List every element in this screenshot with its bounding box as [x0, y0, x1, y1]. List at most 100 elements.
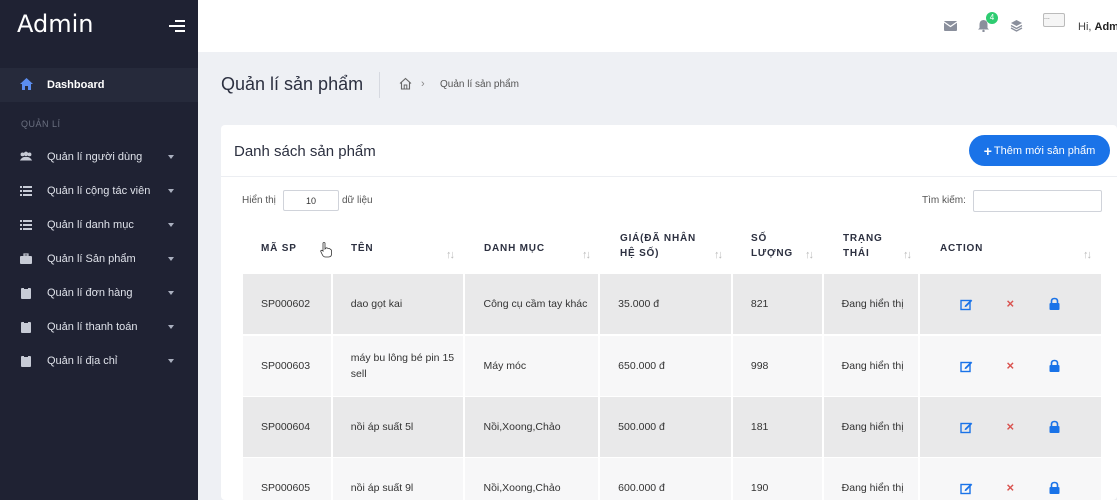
- chevron-down-icon: [168, 257, 174, 261]
- cell-price: 650.000 đ: [600, 336, 731, 396]
- edit-icon[interactable]: [960, 360, 973, 373]
- chevron-down-icon: [168, 189, 174, 193]
- sort-icon[interactable]: ↑↓: [582, 249, 591, 261]
- card-title: Danh sách sản phẩm: [234, 143, 376, 160]
- lock-icon[interactable]: [1049, 481, 1060, 495]
- sort-icon[interactable]: ↑↓: [903, 249, 912, 261]
- column-header-quantity[interactable]: SỐ LƯỢNG: [751, 231, 793, 261]
- cell-quantity: 181: [732, 397, 822, 457]
- breadcrumb-separator: ›: [421, 78, 425, 90]
- cell-status: Đang hiển thị: [823, 336, 919, 396]
- header-text: GIÁ(ĐÃ NHÂN: [620, 233, 697, 244]
- sidebar-item-categories[interactable]: Quản lí danh mục: [0, 212, 198, 238]
- sidebar-item-products[interactable]: Quản lí Sản phẩm: [0, 246, 198, 272]
- edit-icon[interactable]: [960, 482, 973, 495]
- cell-quantity: 998: [732, 336, 822, 396]
- lock-icon[interactable]: [1049, 359, 1060, 373]
- sidebar-item-label: Quản lí người dùng: [47, 151, 143, 163]
- cell-code: SP000605: [243, 458, 331, 500]
- hand-cursor-icon: [320, 242, 332, 258]
- column-header-status[interactable]: TRẠNG THÁI: [843, 231, 883, 261]
- delete-icon[interactable]: ×: [1006, 296, 1014, 312]
- search-label: Tìm kiếm:: [922, 195, 966, 206]
- page-size-input[interactable]: [283, 190, 339, 211]
- sidebar-item-label: Quản lí đơn hàng: [47, 287, 133, 299]
- column-header-category[interactable]: DANH MỤC: [484, 241, 545, 256]
- edit-icon[interactable]: [960, 298, 973, 311]
- header-text: DANH MỤC: [484, 243, 545, 254]
- mail-icon[interactable]: [944, 21, 957, 31]
- chevron-down-icon: [168, 223, 174, 227]
- header-text: ACTION: [940, 243, 984, 254]
- header-text: LƯỢNG: [751, 248, 793, 259]
- user-name: Adm: [1094, 21, 1117, 33]
- menu-toggle-icon[interactable]: [169, 20, 185, 34]
- cell-quantity: 821: [732, 274, 822, 334]
- header-text: HỆ SỐ): [620, 248, 660, 259]
- search-input[interactable]: [973, 190, 1102, 212]
- cell-category: Công cụ cầm tay khác: [465, 274, 599, 334]
- table-row[interactable]: SP000604 nồi áp suất 5l Nồi,Xoong,Chảo 5…: [243, 397, 1102, 457]
- product-list-card: Danh sách sản phẩm + Thêm mới sản phẩm Hi…: [221, 125, 1117, 500]
- notification-badge: 4: [986, 12, 998, 24]
- sidebar-item-label: Quản lí địa chỉ: [47, 355, 118, 367]
- user-greeting[interactable]: Hi, Adm: [1078, 21, 1117, 33]
- plus-icon: +: [983, 142, 992, 159]
- sidebar-item-label: Quản lí thanh toán: [47, 321, 138, 333]
- chevron-down-icon: [168, 291, 174, 295]
- cell-status: Đang hiển thị: [823, 458, 919, 500]
- cell-quantity: 190: [732, 458, 822, 500]
- edit-icon[interactable]: [960, 421, 973, 434]
- page-title: Quản lí sản phẩm: [221, 74, 364, 94]
- page-size-label: Hiển thị: [242, 195, 276, 206]
- cell-name: dao gọt kai: [332, 274, 464, 334]
- cell-category: Nồi,Xoong,Chảo: [465, 458, 599, 500]
- clipboard-icon: [21, 321, 31, 333]
- sidebar-item-addresses[interactable]: Quản lí địa chỉ: [0, 348, 198, 374]
- sidebar-item-label: Quản lí Sản phẩm: [47, 253, 136, 265]
- sort-icon[interactable]: ↑↓: [1083, 249, 1092, 261]
- table-row[interactable]: SP000602 dao gọt kai Công cụ cầm tay khá…: [243, 274, 1102, 334]
- sidebar: Admin Dashboard QUẢN LÍ Quản lí người dù…: [0, 0, 198, 500]
- sort-icon[interactable]: ↑↓: [805, 249, 814, 261]
- column-header-code[interactable]: MÃ SP: [261, 241, 297, 256]
- table-row[interactable]: SP000605 nồi áp suất 9l Nồi,Xoong,Chảo 6…: [243, 458, 1102, 500]
- cell-code: SP000604: [243, 397, 331, 457]
- add-product-button[interactable]: + Thêm mới sản phẩm: [969, 135, 1110, 166]
- lock-icon[interactable]: [1049, 297, 1060, 311]
- cell-category: Nồi,Xoong,Chảo: [465, 397, 599, 457]
- cell-actions: ×: [920, 336, 1102, 396]
- cell-price: 600.000 đ: [600, 458, 731, 500]
- sidebar-item-collaborators[interactable]: Quản lí cộng tác viên: [0, 178, 198, 204]
- delete-icon[interactable]: ×: [1006, 358, 1014, 374]
- page-size-suffix: dữ liệu: [342, 195, 373, 206]
- sidebar-item-payments[interactable]: Quản lí thanh toán: [0, 314, 198, 340]
- chevron-down-icon: [168, 325, 174, 329]
- header-text: MÃ SP: [261, 243, 297, 254]
- table-row[interactable]: SP000603 máy bu lông bé pin 15 sell Máy …: [243, 336, 1102, 396]
- delete-icon[interactable]: ×: [1006, 419, 1014, 435]
- cell-name: nồi áp suất 9l: [332, 458, 464, 500]
- sort-icon[interactable]: ↑↓: [446, 249, 455, 261]
- cell-category: Máy móc: [465, 336, 599, 396]
- sidebar-item-dashboard[interactable]: Dashboard: [0, 68, 198, 102]
- lock-icon[interactable]: [1049, 420, 1060, 434]
- add-product-label: Thêm mới sản phẩm: [993, 144, 1096, 157]
- cell-price: 35.000 đ: [600, 274, 731, 334]
- chevron-down-icon: [168, 359, 174, 363]
- avatar[interactable]: ...: [1043, 13, 1065, 27]
- sidebar-item-users[interactable]: Quản lí người dùng: [0, 144, 198, 170]
- layers-icon[interactable]: [1010, 19, 1023, 32]
- cell-code: SP000602: [243, 274, 331, 334]
- delete-icon[interactable]: ×: [1006, 480, 1014, 496]
- cell-price: 500.000 đ: [600, 397, 731, 457]
- breadcrumb[interactable]: Quản lí sản phẩm: [440, 79, 519, 90]
- column-header-action[interactable]: ACTION: [940, 241, 983, 256]
- sidebar-item-orders[interactable]: Quản lí đơn hàng: [0, 280, 198, 306]
- column-header-name[interactable]: TÊN: [351, 241, 373, 256]
- sort-icon[interactable]: ↑↓: [714, 249, 723, 261]
- sidebar-item-label: Quản lí danh mục: [47, 219, 134, 231]
- column-header-price[interactable]: GIÁ(ĐÃ NHÂN HỆ SỐ): [620, 231, 696, 261]
- list-icon: [20, 186, 32, 196]
- home-icon[interactable]: [399, 77, 412, 90]
